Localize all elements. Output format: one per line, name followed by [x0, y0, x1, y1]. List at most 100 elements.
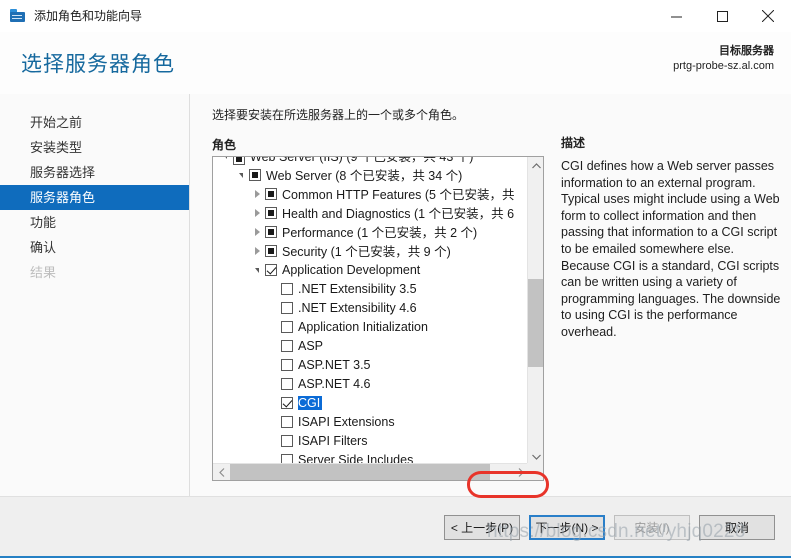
- tree-row[interactable]: Health and Diagnostics (1 个已安装，共 6: [213, 203, 527, 222]
- title-bar: 添加角色和功能向导: [0, 0, 791, 32]
- sidebar-item-0[interactable]: 开始之前: [0, 110, 189, 135]
- tree-checkbox-unchecked[interactable]: [281, 434, 293, 447]
- expander-spacer: [266, 412, 281, 431]
- wizard-body: 开始之前 安装类型 服务器选择 服务器角色 功能 确认 结果 选择要安装在所选服务器上的一个…: [0, 94, 791, 498]
- tree-checkbox-partial[interactable]: [265, 244, 277, 257]
- tree-checkbox-unchecked[interactable]: [281, 377, 293, 390]
- scroll-left-icon[interactable]: [213, 464, 230, 480]
- expander-open-icon[interactable]: [250, 260, 265, 279]
- tree-checkbox-partial[interactable]: [233, 157, 245, 165]
- tree-checkbox-unchecked[interactable]: [281, 282, 293, 295]
- roles-tree-box[interactable]: Web Server (IIS) (9 个已安装，共 43 个) Web Serv…: [212, 156, 544, 481]
- tree-checkbox-partial[interactable]: [265, 187, 277, 200]
- tree-row-label[interactable]: Web Server (8 个已安装，共 34 个): [266, 165, 464, 184]
- roles-tree[interactable]: Web Server (IIS) (9 个已安装，共 43 个) Web Serv…: [213, 157, 527, 465]
- server-wizard-icon: [9, 8, 26, 24]
- footer-button-3[interactable]: 取消: [699, 515, 775, 540]
- tree-row[interactable]: Performance (1 个已安装，共 2 个): [213, 222, 527, 241]
- footer-button-row: < 上一步(P) 下一步(N) > 安装(I) 取消: [444, 515, 775, 540]
- tree-checkbox-unchecked[interactable]: [281, 320, 293, 333]
- tree-row[interactable]: .NET Extensibility 4.6: [213, 298, 527, 317]
- footer-button-1[interactable]: 下一步(N) >: [529, 515, 605, 540]
- vertical-scroll-thumb[interactable]: [528, 279, 543, 367]
- roles-pane: 选择要安装在所选服务器上的一个或多个角色。 角色 Web Server (IIS…: [190, 94, 550, 498]
- horizontal-scroll-thumb[interactable]: [230, 464, 490, 480]
- tree-row-label[interactable]: Application Development: [282, 263, 422, 277]
- expander-spacer: [266, 393, 281, 412]
- expander-spacer: [266, 279, 281, 298]
- add-roles-wizard-window: 添加角色和功能向导 选择服务器角色 目标服务器 prtg-probe-sz.al…: [0, 0, 791, 558]
- tree-checkbox-unchecked[interactable]: [281, 415, 293, 428]
- tree-row[interactable]: Application Development: [213, 260, 527, 279]
- expander-open-icon[interactable]: [218, 157, 233, 165]
- sidebar-item-2[interactable]: 服务器选择: [0, 160, 189, 185]
- tree-vertical-scrollbar[interactable]: [527, 157, 543, 465]
- tree-row-label[interactable]: ASP.NET 3.5: [298, 358, 373, 372]
- scrollbar-corner: [527, 463, 543, 480]
- tree-row[interactable]: Security (1 个已安装，共 9 个): [213, 241, 527, 260]
- tree-row-label[interactable]: Security (1 个已安装，共 9 个): [282, 241, 453, 260]
- tree-row[interactable]: ASP.NET 3.5: [213, 355, 527, 374]
- tree-row[interactable]: Web Server (IIS) (9 个已安装，共 43 个): [213, 157, 527, 165]
- instruction-text: 选择要安装在所选服务器上的一个或多个角色。: [212, 108, 465, 122]
- tree-checkbox-unchecked[interactable]: [281, 339, 293, 352]
- tree-row-label[interactable]: Health and Diagnostics (1 个已安装，共 6: [282, 203, 516, 222]
- expander-closed-icon[interactable]: [250, 222, 265, 241]
- tree-row[interactable]: Web Server (8 个已安装，共 34 个): [213, 165, 527, 184]
- description-text: CGI defines how a Web server passes info…: [561, 159, 781, 339]
- tree-row-label[interactable]: Common HTTP Features (5 个已安装，共: [282, 184, 516, 203]
- tree-row-label[interactable]: Application Initialization: [298, 320, 430, 334]
- minimize-icon[interactable]: [653, 0, 699, 32]
- tree-checkbox-checked[interactable]: [281, 396, 293, 409]
- close-icon[interactable]: [745, 0, 791, 32]
- tree-checkbox-partial[interactable]: [265, 225, 277, 238]
- wizard-footer: < 上一步(P) 下一步(N) > 安装(I) 取消: [0, 496, 791, 558]
- expander-spacer: [266, 298, 281, 317]
- tree-row[interactable]: Application Initialization: [213, 317, 527, 336]
- footer-button-0[interactable]: < 上一步(P): [444, 515, 520, 540]
- tree-checkbox-partial[interactable]: [265, 206, 277, 219]
- tree-row[interactable]: ISAPI Filters: [213, 431, 527, 450]
- scroll-up-icon[interactable]: [528, 157, 543, 174]
- expander-spacer: [266, 374, 281, 393]
- maximize-icon[interactable]: [699, 0, 745, 32]
- tree-checkbox-checked[interactable]: [265, 263, 277, 276]
- wizard-steps-sidebar: 开始之前 安装类型 服务器选择 服务器角色 功能 确认 结果: [0, 94, 190, 496]
- expander-closed-icon[interactable]: [250, 241, 265, 260]
- tree-row-label[interactable]: ASP: [298, 339, 325, 353]
- sidebar-item-5[interactable]: 确认: [0, 235, 189, 260]
- tree-row-label[interactable]: .NET Extensibility 3.5: [298, 282, 419, 296]
- tree-row[interactable]: ASP: [213, 336, 527, 355]
- tree-row[interactable]: ISAPI Extensions: [213, 412, 527, 431]
- expander-closed-icon[interactable]: [250, 184, 265, 203]
- tree-row[interactable]: Common HTTP Features (5 个已安装，共: [213, 184, 527, 203]
- expander-spacer: [266, 355, 281, 374]
- tree-row[interactable]: CGI: [213, 393, 527, 412]
- tree-checkbox-unchecked[interactable]: [281, 301, 293, 314]
- sidebar-item-1[interactable]: 安装类型: [0, 135, 189, 160]
- sidebar-item-3[interactable]: 服务器角色: [0, 185, 189, 210]
- tree-row-label[interactable]: ISAPI Extensions: [298, 415, 397, 429]
- expander-open-icon[interactable]: [234, 165, 249, 184]
- tree-row-label[interactable]: .NET Extensibility 4.6: [298, 301, 419, 315]
- tree-row-label[interactable]: Performance (1 个已安装，共 2 个): [282, 222, 479, 241]
- tree-row-label[interactable]: ASP.NET 4.6: [298, 377, 373, 391]
- tree-horizontal-scrollbar[interactable]: [213, 463, 543, 480]
- page-title: 选择服务器角色: [21, 53, 175, 76]
- tree-row[interactable]: ASP.NET 4.6: [213, 374, 527, 393]
- tree-row-label[interactable]: Web Server (IIS) (9 个已安装，共 43 个): [250, 157, 475, 165]
- tree-row-label[interactable]: ISAPI Filters: [298, 434, 369, 448]
- expander-spacer: [266, 431, 281, 450]
- tree-checkbox-unchecked[interactable]: [281, 358, 293, 371]
- tree-row-label[interactable]: CGI: [298, 395, 323, 410]
- tree-checkbox-partial[interactable]: [249, 168, 261, 181]
- sidebar-item-4[interactable]: 功能: [0, 210, 189, 235]
- tree-row[interactable]: .NET Extensibility 3.5: [213, 279, 527, 298]
- expander-closed-icon[interactable]: [250, 203, 265, 222]
